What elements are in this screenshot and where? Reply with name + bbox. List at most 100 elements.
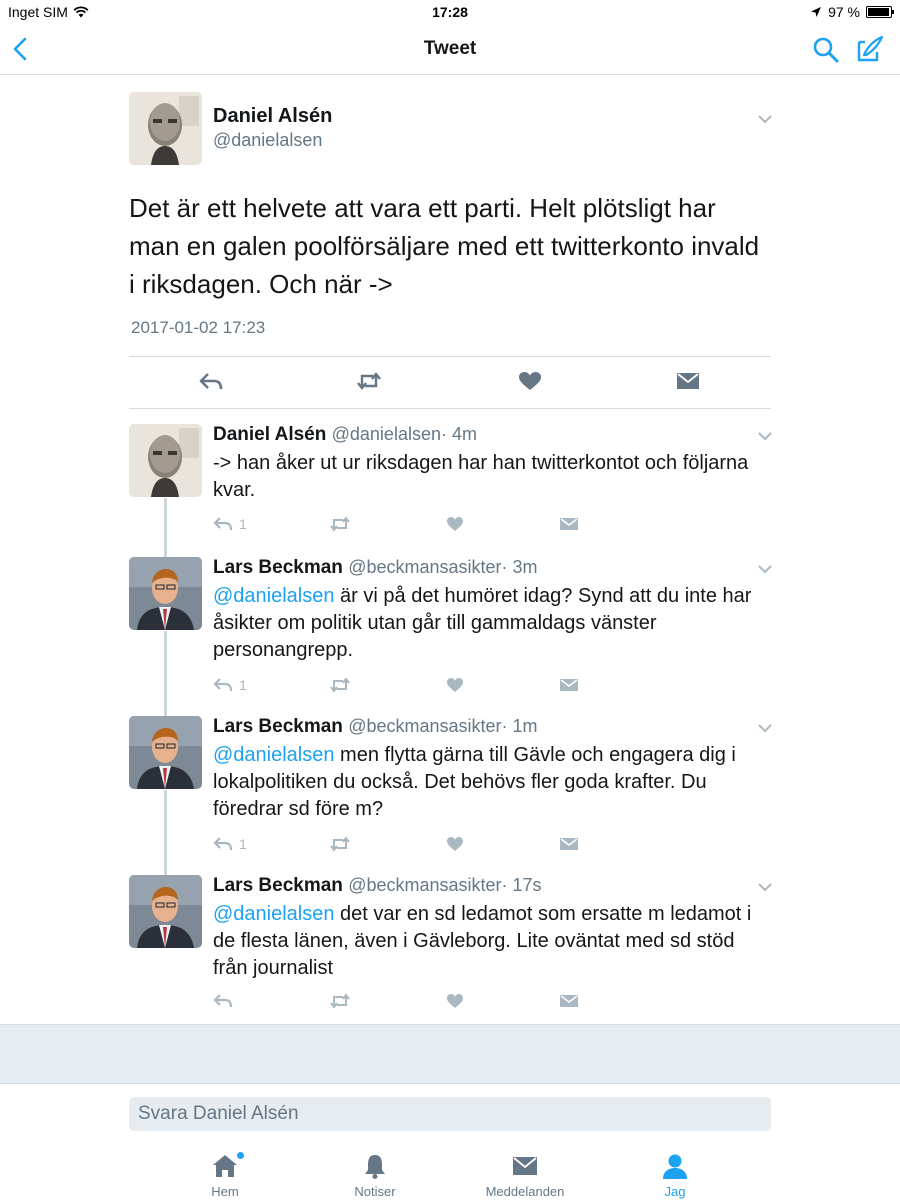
direct-message-icon (560, 679, 578, 691)
reply-button[interactable]: 1 (213, 675, 247, 695)
status-right: 97 % (810, 4, 894, 20)
reply-body: -> han åker ut ur riksdagen har han twit… (213, 452, 749, 501)
status-bar: Inget SIM 17:28 97 % (0, 0, 900, 24)
tab-label: Notiser (354, 1184, 396, 1199)
like-heart-icon (447, 994, 463, 1008)
chevron-down-icon[interactable] (757, 114, 773, 124)
reply-text: @danielalsen det var en sd ledamot som e… (213, 901, 758, 982)
battery-fill (868, 8, 890, 16)
lars-avatar-image (129, 557, 202, 630)
avatar[interactable] (129, 92, 202, 165)
author-handle[interactable]: @beckmansasikter (348, 716, 501, 736)
message-button[interactable] (559, 675, 579, 695)
chevron-down-icon[interactable] (757, 723, 773, 733)
retweet-button[interactable] (329, 834, 351, 854)
message-button[interactable] (559, 514, 579, 534)
message-button[interactable] (559, 834, 579, 854)
retweet-icon (330, 516, 350, 532)
reply-text: @danielalsen men flytta gärna till Gävle… (213, 742, 758, 823)
tab-messages[interactable]: Meddelanden (475, 1152, 575, 1199)
avatar[interactable] (129, 424, 202, 497)
retweet-icon[interactable] (356, 370, 382, 392)
tab-home[interactable]: Hem (175, 1152, 275, 1199)
like-button[interactable] (446, 514, 464, 534)
author-name[interactable]: Lars Beckman (213, 875, 343, 896)
tab-label: Jag (664, 1184, 686, 1199)
lars-avatar-image (129, 875, 202, 948)
message-button[interactable] (559, 991, 579, 1011)
thread-line (164, 631, 167, 717)
author-handle[interactable]: @beckmansasikter (348, 875, 501, 895)
author-name[interactable]: Daniel Alsén (213, 424, 326, 445)
reply-icon[interactable] (198, 370, 224, 392)
avatar[interactable] (129, 716, 202, 789)
direct-message-icon[interactable] (675, 370, 701, 392)
author-name[interactable]: Lars Beckman (213, 716, 343, 737)
reply-count: 1 (239, 836, 247, 852)
author-name[interactable]: Lars Beckman (213, 557, 343, 578)
tab-bar: Hem Notiser Meddelanden Jag (0, 1146, 900, 1200)
lars-avatar-image (129, 716, 202, 789)
reply-icon (213, 517, 233, 531)
like-button[interactable] (446, 675, 464, 695)
direct-message-icon (560, 838, 578, 850)
thread-line (164, 498, 167, 558)
reply-header: Lars Beckman @beckmansasikter· 3m (213, 557, 538, 579)
reply-time: · 17s (501, 875, 542, 895)
daniel-avatar-image (129, 92, 202, 165)
chevron-down-icon[interactable] (757, 431, 773, 441)
navigation-bar: Tweet (0, 24, 900, 75)
like-button[interactable] (446, 834, 464, 854)
thread-line (164, 790, 167, 876)
retweet-icon (330, 677, 350, 693)
avatar[interactable] (129, 557, 202, 630)
author-handle[interactable]: @danielalsen (332, 424, 441, 444)
tab-me[interactable]: Jag (625, 1152, 725, 1199)
like-heart-icon (447, 837, 463, 851)
reply-actions: 1 (213, 834, 613, 856)
author-handle[interactable]: @danielalsen (213, 130, 322, 151)
retweet-icon (330, 993, 350, 1009)
retweet-button[interactable] (329, 514, 351, 534)
retweet-button[interactable] (329, 675, 351, 695)
reply-text: @danielalsen är vi på det humöret idag? … (213, 583, 758, 664)
battery-icon (866, 6, 894, 18)
chevron-down-icon[interactable] (757, 882, 773, 892)
reply-time: · 4m (440, 424, 477, 444)
like-button[interactable] (446, 991, 464, 1011)
direct-message-icon (560, 518, 578, 530)
tab-notifications[interactable]: Notiser (325, 1152, 425, 1199)
author-handle[interactable]: @beckmansasikter (348, 557, 501, 577)
retweet-button[interactable] (329, 991, 351, 1011)
reply-button[interactable]: 1 (213, 514, 247, 534)
tweet-text: Det är ett helvete att vara ett parti. H… (129, 193, 760, 299)
bell-icon (365, 1155, 385, 1179)
reply-input[interactable]: Svara Daniel Alsén (129, 1097, 771, 1131)
reply-count: 1 (239, 677, 247, 693)
like-heart-icon (447, 517, 463, 531)
mention-link[interactable]: @danielalsen (213, 744, 335, 766)
reply-header: Lars Beckman @beckmansasikter· 17s (213, 875, 542, 897)
reply-button[interactable]: 1 (213, 834, 247, 854)
avatar[interactable] (129, 875, 202, 948)
reply-button[interactable] (213, 991, 239, 1011)
search-icon[interactable] (812, 36, 840, 64)
chevron-down-icon[interactable] (757, 564, 773, 574)
tab-label: Meddelanden (485, 1184, 565, 1199)
like-heart-icon (447, 678, 463, 692)
page-title: Tweet (423, 38, 477, 59)
reply-actions (213, 991, 613, 1013)
reply-actions: 1 (213, 514, 613, 536)
reply-time: · 1m (501, 716, 538, 736)
status-time: 17:28 (432, 4, 468, 20)
retweet-icon (330, 836, 350, 852)
mention-link[interactable]: @danielalsen (213, 585, 335, 607)
divider (129, 356, 771, 357)
compose-tweet-icon[interactable] (855, 34, 885, 64)
mention-link[interactable]: @danielalsen (213, 903, 335, 925)
author-name[interactable]: Daniel Alsén (213, 105, 332, 128)
like-heart-icon[interactable] (517, 370, 543, 392)
reply-header: Lars Beckman @beckmansasikter· 1m (213, 716, 538, 738)
reply-placeholder: Svara Daniel Alsén (138, 1103, 299, 1124)
daniel-avatar-image (129, 424, 202, 497)
